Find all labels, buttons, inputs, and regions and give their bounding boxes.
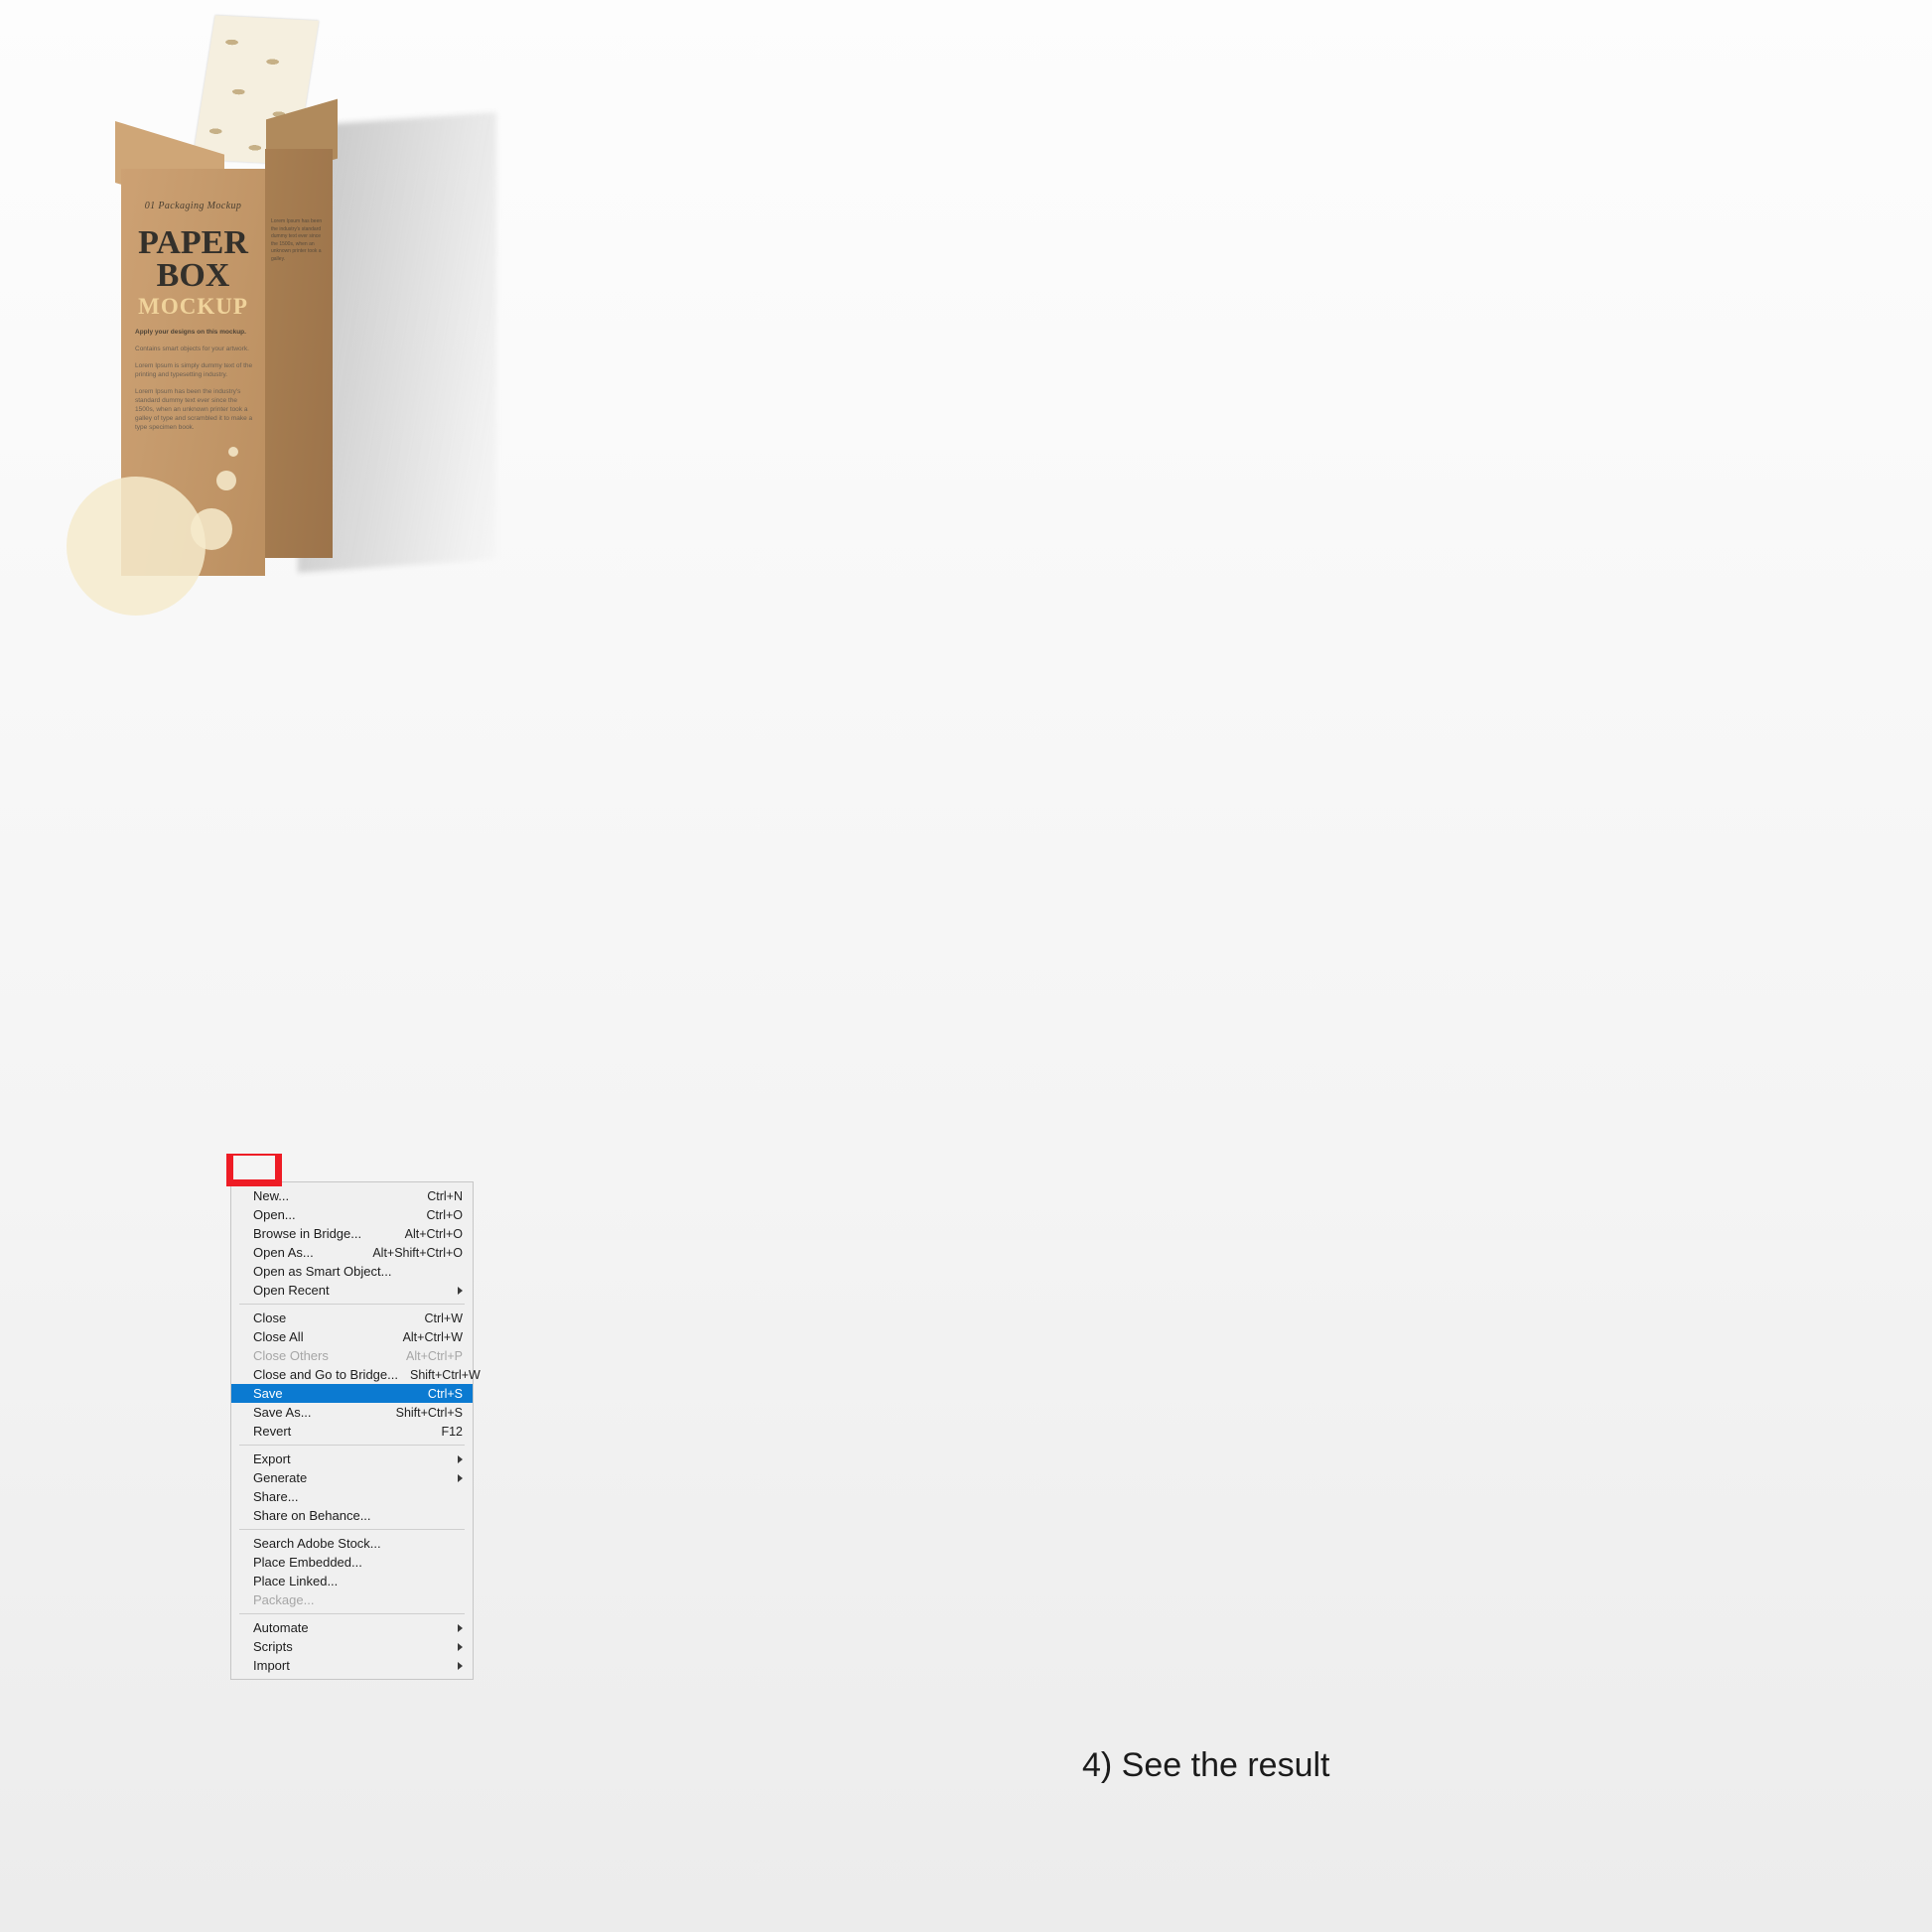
box-front-panel: 01 Packaging Mockup PAPER BOX MOCKUP App… (67, 169, 265, 616)
menu-item-share-on-behance[interactable]: Share on Behance... (231, 1506, 473, 1525)
submenu-arrow-icon (458, 1623, 463, 1632)
menu-item-label: Search Adobe Stock... (253, 1536, 381, 1551)
menu-item-label: Revert (253, 1424, 292, 1439)
menu-item-shortcut: Ctrl+N (427, 1188, 463, 1203)
menu-item-save-as[interactable]: Save As... Shift+Ctrl+S (231, 1403, 473, 1422)
menu-item-label: Package... (253, 1592, 315, 1607)
menu-item-label: Close and Go to Bridge... (253, 1367, 398, 1382)
box-title-line-1: PAPER (138, 224, 248, 261)
decor-circle-small (216, 471, 236, 490)
box-subtitle-2: Contains smart objects for your artwork. (135, 345, 249, 352)
menu-item-generate[interactable]: Generate (231, 1468, 473, 1487)
menu-item-revert[interactable]: Revert F12 (231, 1422, 473, 1441)
menu-item-label: Open Recent (253, 1283, 330, 1298)
menu-item-label: Scripts (253, 1639, 293, 1654)
menu-item-shortcut: Alt+Ctrl+W (402, 1329, 463, 1344)
menu-item-open[interactable]: Open... Ctrl+O (231, 1205, 473, 1224)
menu-item-label: Browse in Bridge... (253, 1226, 362, 1241)
menu-item-shortcut: Alt+Ctrl+O (404, 1226, 463, 1241)
menu-item-label: Share... (253, 1489, 299, 1504)
menu-item-place-embedded[interactable]: Place Embedded... (231, 1553, 473, 1572)
decor-circle-tiny (228, 447, 238, 457)
submenu-arrow-icon (458, 1454, 463, 1463)
menu-item-share[interactable]: Share... (231, 1487, 473, 1506)
submenu-arrow-icon (458, 1473, 463, 1482)
menu-item-label: Open as Smart Object... (253, 1264, 392, 1279)
menu-separator (239, 1304, 465, 1305)
menu-item-label: Close Others (253, 1348, 329, 1363)
menu-item-label: Import (253, 1658, 290, 1673)
menu-item-import[interactable]: Import (231, 1656, 473, 1675)
menu-item-automate[interactable]: Automate (231, 1618, 473, 1637)
menu-item-place-linked[interactable]: Place Linked... (231, 1572, 473, 1590)
menu-item-shortcut: Shift+Ctrl+S (395, 1405, 463, 1420)
box-side-body-text: Lorem Ipsum has been the industry's stan… (271, 218, 323, 262)
menu-item-shortcut: Shift+Ctrl+W (409, 1367, 481, 1382)
menu-item-shortcut: Ctrl+O (426, 1207, 463, 1222)
submenu-arrow-icon (458, 1286, 463, 1295)
submenu-arrow-icon (458, 1661, 463, 1670)
menu-item-label: Share on Behance... (253, 1508, 371, 1523)
menu-item-package: Package... (231, 1590, 473, 1609)
menu-item-label: New... (253, 1188, 290, 1203)
menu-item-close[interactable]: Close Ctrl+W (231, 1309, 473, 1327)
file-dropdown-menu[interactable]: New... Ctrl+N Open... Ctrl+O Browse in Bridg… (230, 1181, 481, 1680)
menu-item-shortcut: F12 (441, 1424, 463, 1439)
box-title: PAPER BOX (121, 224, 265, 294)
menu-item-label: Place Embedded... (253, 1555, 362, 1570)
menu-item-shortcut: Alt+Shift+Ctrl+O (372, 1245, 463, 1260)
menu-separator (239, 1529, 465, 1530)
menu-separator (239, 1613, 465, 1614)
box-subtitle-1: Apply your designs on this mockup. (135, 329, 246, 336)
submenu-arrow-icon (458, 1642, 463, 1651)
menu-item-save[interactable]: Save Ctrl+S (231, 1384, 473, 1403)
step-4-caption: 4) See the result (1082, 1746, 1330, 1784)
box-script-label: 01 Packaging Mockup (144, 201, 242, 211)
menu-item-shortcut: Ctrl+S (427, 1386, 463, 1401)
menu-item-close-and-go-to-bridge[interactable]: Close and Go to Bridge... Shift+Ctrl+W (231, 1365, 481, 1384)
decor-circle-large (67, 477, 206, 616)
menu-item-label: Save (253, 1386, 283, 1401)
decor-circle-medium (191, 508, 232, 550)
box-body-2: Lorem Ipsum has been the industry's stan… (135, 388, 253, 431)
menu-item-open-as[interactable]: Open As... Alt+Shift+Ctrl+O (231, 1243, 473, 1262)
menu-item-label: Close (253, 1311, 287, 1325)
box-body-1: Lorem Ipsum is simply dummy text of the … (135, 362, 253, 378)
menu-item-label: Place Linked... (253, 1574, 339, 1588)
menu-item-label: Save As... (253, 1405, 312, 1420)
menu-item-label: Generate (253, 1470, 308, 1485)
box-side-panel: Lorem Ipsum has been the industry's stan… (265, 149, 333, 558)
menu-item-search-adobe-stock[interactable]: Search Adobe Stock... (231, 1534, 473, 1553)
menu-item-shortcut: Alt+Ctrl+P (406, 1348, 463, 1363)
menu-item-shortcut: Ctrl+W (424, 1311, 463, 1325)
menu-item-label: Close All (253, 1329, 304, 1344)
result-photo: Lorem Ipsum has been the industry's stan… (0, 0, 1932, 1932)
menu-item-open-recent[interactable]: Open Recent (231, 1281, 473, 1300)
menu-item-open-as-smart-object[interactable]: Open as Smart Object... (231, 1262, 473, 1281)
menu-item-label: Automate (253, 1620, 309, 1635)
box-body-text: Apply your designs on this mockup. Conta… (135, 328, 253, 432)
menu-item-scripts[interactable]: Scripts (231, 1637, 473, 1656)
menu-item-close-others: Close Others Alt+Ctrl+P (231, 1346, 473, 1365)
menu-item-new[interactable]: New... Ctrl+N (231, 1186, 473, 1205)
menu-item-label: Export (253, 1451, 291, 1466)
menu-item-label: Open As... (253, 1245, 314, 1260)
menu-item-label: Open... (253, 1207, 296, 1222)
box-title-line-2: BOX (156, 257, 230, 294)
menu-separator (239, 1445, 465, 1446)
menu-item-export[interactable]: Export (231, 1449, 473, 1468)
menu-item-browse-in-bridge[interactable]: Browse in Bridge... Alt+Ctrl+O (231, 1224, 473, 1243)
menu-item-close-all[interactable]: Close All Alt+Ctrl+W (231, 1327, 473, 1346)
box-title-line-3: MOCKUP (138, 294, 248, 319)
